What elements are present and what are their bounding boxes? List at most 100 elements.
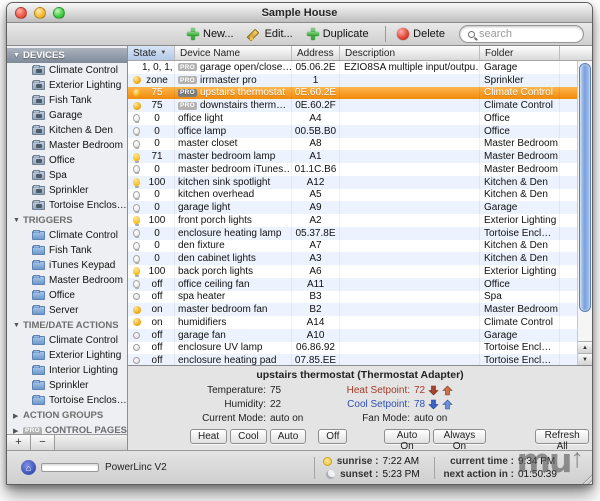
sidebar-item-exterior-lighting[interactable]: Exterior Lighting <box>7 348 127 363</box>
sidebar-section-devices[interactable]: ▼DEVICES <box>7 48 127 63</box>
table-row-den-fixture[interactable]: 0den fixtureA7Kitchen & Den <box>128 240 577 253</box>
sidebar-item-climate-control[interactable]: Climate Control <box>7 228 127 243</box>
delete-button[interactable]: Delete <box>397 28 445 40</box>
table-row-irrmaster-pro[interactable]: zonePROirrmaster pro1Sprinkler <box>128 74 577 87</box>
duplicate-button[interactable]: Duplicate <box>307 28 369 40</box>
table-row-back-porch-lights[interactable]: 100back porch lightsA6Exterior Lighting <box>128 265 577 278</box>
vertical-scrollbar[interactable]: ▲ ▼ <box>577 61 592 365</box>
table-row-humidifiers[interactable]: onhumidifiersA14Climate Control <box>128 316 577 329</box>
sidebar-item-master-bedroom[interactable]: Master Bedroom <box>7 273 127 288</box>
sidebar-item-sprinkler[interactable]: Sprinkler <box>7 378 127 393</box>
table-row-master-bedroom-fan[interactable]: onmaster bedroom fanB2Master Bedroom <box>128 303 577 316</box>
folder-cell: Spa <box>480 291 560 304</box>
scroll-up-button[interactable]: ▲ <box>578 341 592 353</box>
sidebar-item-kitchen-den[interactable]: Kitchen & Den <box>7 123 127 138</box>
table-row-front-porch-lights[interactable]: 100front porch lightsA2Exterior Lighting <box>128 214 577 227</box>
refresh-all-button[interactable]: Refresh All <box>535 429 589 444</box>
blank-cell <box>560 74 577 87</box>
cool-setpoint-up-button[interactable] <box>442 399 453 410</box>
mode-off-button[interactable]: Off <box>318 429 347 444</box>
column-header-address[interactable]: Address <box>292 46 340 60</box>
table-row-downstairs-therm[interactable]: 75PROdownstairs therm…0E.60.2FClimate Co… <box>128 99 577 112</box>
description-cell <box>340 163 480 176</box>
disclosure-triangle-icon[interactable]: ▼ <box>13 217 23 224</box>
sidebar-item-climate-control[interactable]: Climate Control <box>7 63 127 78</box>
state-value: 0 <box>142 126 172 137</box>
column-header-folder[interactable]: Folder <box>480 46 560 60</box>
sidebar-section-time-date-actions[interactable]: ▼TIME/DATE ACTIONS <box>7 318 127 333</box>
scroll-down-button[interactable]: ▼ <box>578 353 592 365</box>
new-button[interactable]: New... <box>187 28 234 40</box>
sidebar-item-interior-lighting[interactable]: Interior Lighting <box>7 363 127 378</box>
state-value: 1, 0, 1, 1 <box>142 62 172 73</box>
disclosure-triangle-icon[interactable]: ▼ <box>13 52 23 59</box>
add-folder-button[interactable]: + <box>7 435 31 450</box>
mode-auto-button[interactable]: Auto <box>270 429 307 444</box>
sidebar-item-office[interactable]: Office <box>7 288 127 303</box>
close-button[interactable] <box>15 7 27 19</box>
sidebar-item-office[interactable]: Office <box>7 153 127 168</box>
folder-cell: Office <box>480 112 560 125</box>
heat-setpoint-down-button[interactable] <box>428 385 439 396</box>
table-row-master-bedroom-lamp[interactable]: 71master bedroom lampA1Master Bedroom <box>128 150 577 163</box>
sidebar-section-control-pages[interactable]: ▶PROCONTROL PAGES <box>7 423 127 434</box>
table-row-garage-fan[interactable]: offgarage fanA10Garage <box>128 329 577 342</box>
title-bar[interactable]: Sample House <box>7 3 592 23</box>
sidebar-item-spa[interactable]: Spa <box>7 168 127 183</box>
table-row-enclosure-heating-lamp[interactable]: 0enclosure heating lamp05.37.8ETortoise … <box>128 227 577 240</box>
table-row-office-lamp[interactable]: 0office lamp00.5B.B0Office <box>128 125 577 138</box>
table-row-kitchen-overhead[interactable]: 0kitchen overheadA5Kitchen & Den <box>128 189 577 202</box>
sidebar-section-triggers[interactable]: ▼TRIGGERS <box>7 213 127 228</box>
fan-always-on-button[interactable]: Always On <box>433 429 487 444</box>
disclosure-triangle-icon[interactable]: ▶ <box>13 427 23 435</box>
column-header-state[interactable]: State▼ <box>128 46 175 60</box>
mode-cool-button[interactable]: Cool <box>230 429 267 444</box>
table-row-enclosure-uv-lamp[interactable]: offenclosure UV lamp06.86.92Tortoise Enc… <box>128 342 577 355</box>
table-row-spa-heater[interactable]: offspa heaterB3Spa <box>128 291 577 304</box>
sidebar-item-garage[interactable]: Garage <box>7 108 127 123</box>
window-title: Sample House <box>262 7 338 19</box>
table-row-upstairs-thermostat[interactable]: 75PROupstairs thermostat0E.60.2EClimate … <box>128 87 577 100</box>
table-row-garage-light[interactable]: 0garage lightA9Garage <box>128 201 577 214</box>
state-cell: 100 <box>128 214 175 227</box>
device-name: office light <box>178 113 223 124</box>
sidebar-item-fish-tank[interactable]: Fish Tank <box>7 243 127 258</box>
zoom-button[interactable] <box>53 7 65 19</box>
column-header-device-name[interactable]: Device Name <box>175 46 292 60</box>
table-row-office-ceiling-fan[interactable]: offoffice ceiling fanA11Office <box>128 278 577 291</box>
disclosure-triangle-icon[interactable]: ▼ <box>13 322 23 329</box>
sidebar-item-master-bedroom[interactable]: Master Bedroom <box>7 138 127 153</box>
blank-cell <box>560 316 577 329</box>
sidebar-item-fish-tank[interactable]: Fish Tank <box>7 93 127 108</box>
sidebar-item-server[interactable]: Server <box>7 303 127 318</box>
table-row-master-closet[interactable]: 0master closetA8Master Bedroom <box>128 138 577 151</box>
heat-setpoint-up-button[interactable] <box>442 385 453 396</box>
minimize-button[interactable] <box>34 7 46 19</box>
table-row-office-light[interactable]: 0office lightA4Office <box>128 112 577 125</box>
column-header-description[interactable]: Description <box>340 46 480 60</box>
blank-cell <box>560 99 577 112</box>
search-input[interactable] <box>479 28 575 40</box>
sidebar-item-itunes-keypad[interactable]: iTunes Keypad <box>7 258 127 273</box>
cool-setpoint-down-button[interactable] <box>428 399 439 410</box>
mode-heat-button[interactable]: Heat <box>190 429 227 444</box>
table-row-garage-open-close[interactable]: 1, 0, 1, 1PROgarage open/close…05.06.2EE… <box>128 61 577 74</box>
new-button-label: New... <box>203 28 234 40</box>
device-name: irrmaster pro <box>200 75 257 86</box>
fan-auto-on-button[interactable]: Auto On <box>384 429 429 444</box>
sidebar-item-climate-control[interactable]: Climate Control <box>7 333 127 348</box>
sidebar-item-tortoise-enclos[interactable]: Tortoise Enclos… <box>7 198 127 213</box>
sidebar-item-tortoise-enclos[interactable]: Tortoise Enclos… <box>7 393 127 408</box>
disclosure-triangle-icon[interactable]: ▶ <box>13 412 23 420</box>
remove-folder-button[interactable]: − <box>31 435 55 450</box>
search-field[interactable] <box>459 25 584 43</box>
edit-button[interactable]: Edit... <box>248 28 293 41</box>
description-cell <box>340 87 480 100</box>
sidebar-item-sprinkler[interactable]: Sprinkler <box>7 183 127 198</box>
scrollbar-thumb[interactable] <box>579 63 591 312</box>
table-row-kitchen-sink-spotlight[interactable]: 100kitchen sink spotlightA12Kitchen & De… <box>128 176 577 189</box>
sidebar-item-exterior-lighting[interactable]: Exterior Lighting <box>7 78 127 93</box>
sidebar-section-action-groups[interactable]: ▶ACTION GROUPS <box>7 408 127 423</box>
table-row-den-cabinet-lights[interactable]: 0den cabinet lightsA3Kitchen & Den <box>128 252 577 265</box>
table-row-master-bedroom-itunes[interactable]: 0master bedroom iTunes…01.1C.B6Master Be… <box>128 163 577 176</box>
